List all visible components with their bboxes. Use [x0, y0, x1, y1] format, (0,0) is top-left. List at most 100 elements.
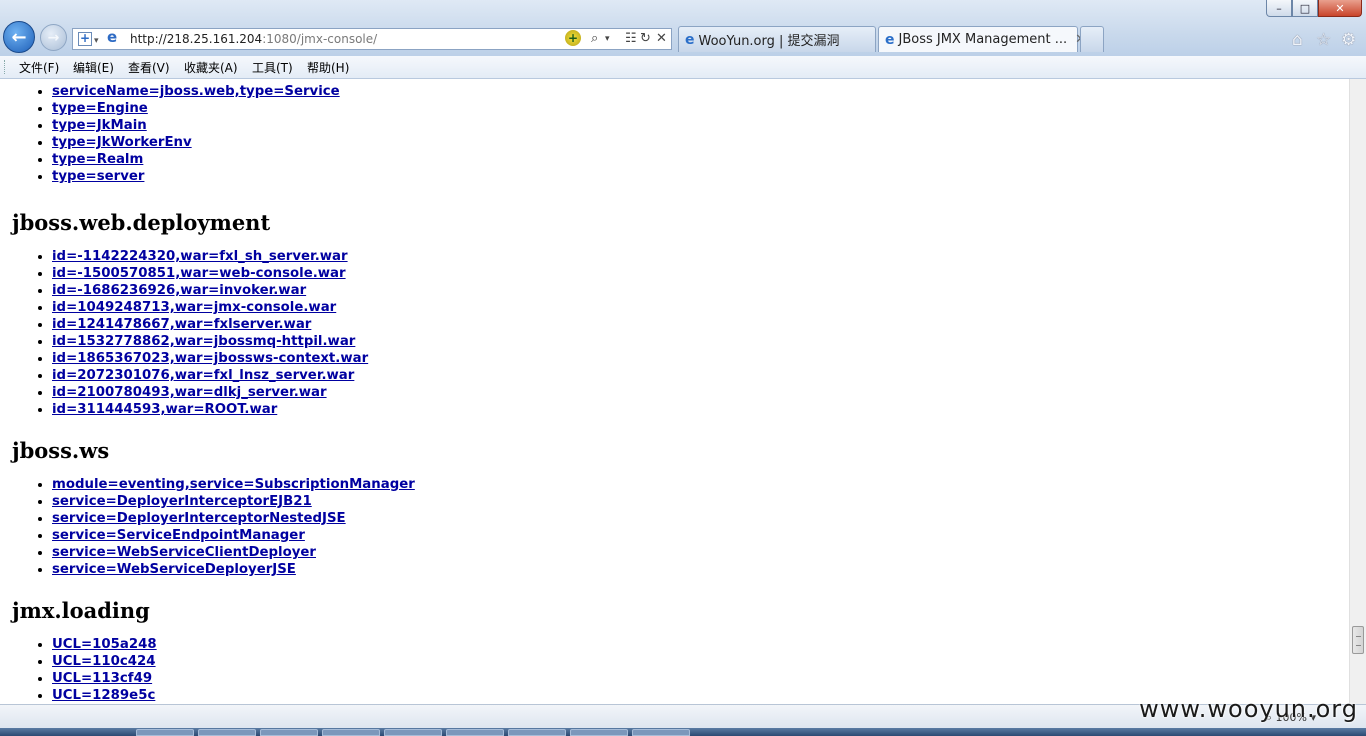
taskbar-item[interactable] [508, 729, 566, 736]
favorites-star-icon[interactable]: ☆ [1316, 30, 1331, 50]
domain-heading-jmx-loading: jmx.loading [12, 598, 150, 623]
menu-view[interactable]: 查看(V) [128, 59, 170, 76]
mbean-link[interactable]: type=JkMain [52, 118, 147, 133]
mbean-link[interactable]: id=1049248713,war=jmx-console.war [52, 300, 336, 315]
menu-help[interactable]: 帮助(H) [307, 59, 349, 76]
taskbar-item[interactable] [384, 729, 442, 736]
mbean-link[interactable]: id=-1686236926,war=invoker.war [52, 283, 306, 298]
mbean-link[interactable]: service=ServiceEndpointManager [52, 528, 305, 543]
mbean-link[interactable]: id=311444593,war=ROOT.war [52, 402, 277, 417]
refresh-icon[interactable]: ↻ [640, 31, 651, 46]
mbean-link[interactable]: id=1865367023,war=jbossws-context.war [52, 351, 368, 366]
menu-edit[interactable]: 编辑(E) [73, 59, 114, 76]
mbean-link[interactable]: service=DeployerInterceptorNestedJSE [52, 511, 346, 526]
menu-grip [4, 60, 8, 74]
stop-icon[interactable]: ✕ [656, 31, 667, 46]
mbean-link[interactable]: type=Engine [52, 101, 148, 116]
taskbar-item[interactable] [198, 729, 256, 736]
dropdown-arrow-icon[interactable]: ▾ [94, 33, 99, 49]
minimize-button[interactable]: – [1266, 0, 1292, 17]
tab-label: JBoss JMX Management ... [898, 32, 1068, 47]
browser-toolbar: – □ ✕ ← → + ▾ e http://218.25.161.204:10… [0, 0, 1366, 57]
scroll-thumb[interactable] [1352, 626, 1364, 654]
mbean-list-item: id=1241478667,war=fxlserver.war [52, 316, 1340, 333]
mbean-list-item: service=WebServiceDeployerJSE [52, 561, 1340, 578]
ie-tab-icon: e [685, 31, 695, 48]
mbean-link[interactable]: module=eventing,service=SubscriptionMana… [52, 477, 415, 492]
tab-jboss-jmx[interactable]: e JBoss JMX Management ... ✕ [878, 26, 1086, 52]
vertical-scrollbar[interactable] [1349, 79, 1366, 704]
status-bar: ⌕ 100% ▾ www.wooyun.org [0, 695, 1366, 729]
mbean-link[interactable]: service=WebServiceDeployerJSE [52, 562, 296, 577]
taskbar-item[interactable] [632, 729, 690, 736]
mbean-link[interactable]: id=-1142224320,war=fxl_sh_server.war [52, 249, 348, 264]
address-bar[interactable]: + ▾ e http://218.25.161.204:1080/jmx-con… [72, 28, 672, 50]
mbean-link[interactable]: service=DeployerInterceptorEJB21 [52, 494, 312, 509]
mbean-list-item: type=JkWorkerEnv [52, 134, 1340, 151]
mbean-list-item: id=1049248713,war=jmx-console.war [52, 299, 1340, 316]
mbean-link[interactable]: type=server [52, 169, 144, 184]
mbean-link[interactable]: id=-1500570851,war=web-console.war [52, 266, 346, 281]
mbean-link[interactable]: id=2100780493,war=dlkj_server.war [52, 385, 327, 400]
mbean-list-item: id=-1500570851,war=web-console.war [52, 265, 1340, 282]
mbean-list-item: type=server [52, 168, 1340, 185]
mbean-list-jboss-web: serviceName=jboss.web,type=Service type=E… [0, 83, 1340, 185]
mbean-list-item: type=Engine [52, 100, 1340, 117]
forward-button[interactable]: → [40, 24, 67, 51]
menu-favorites[interactable]: 收藏夹(A) [184, 59, 238, 76]
mbean-link[interactable]: service=WebServiceClientDeployer [52, 545, 316, 560]
page-viewport: serviceName=jboss.web,type=Service type=E… [0, 79, 1349, 704]
back-arrow-icon: ← [11, 26, 27, 48]
compat-view-icon[interactable]: + [565, 30, 581, 46]
tab-wooyun[interactable]: e WooYun.org | 提交漏洞 [678, 26, 876, 52]
mbean-list-item: id=-1142224320,war=fxl_sh_server.war [52, 248, 1340, 265]
address-url[interactable]: http://218.25.161.204:1080/jmx-console/ [130, 32, 377, 46]
mbean-list-item: serviceName=jboss.web,type=Service [52, 83, 1340, 100]
menu-bar: 文件(F) 编辑(E) 查看(V) 收藏夹(A) 工具(T) 帮助(H) [0, 56, 1366, 79]
tools-gear-icon[interactable]: ⚙ [1341, 30, 1356, 50]
back-button[interactable]: ← [3, 21, 35, 53]
mbean-link[interactable]: UCL=110c424 [52, 654, 156, 669]
tab-label: WooYun.org | 提交漏洞 [698, 34, 840, 49]
mbean-list-item: type=JkMain [52, 117, 1340, 134]
ie-tab-icon: e [885, 31, 895, 48]
page-icon[interactable]: ☷ [625, 31, 637, 46]
mbean-link[interactable]: id=2072301076,war=fxl_lnsz_server.war [52, 368, 354, 383]
mbean-list-item: service=DeployerInterceptorEJB21 [52, 493, 1340, 510]
taskbar-item[interactable] [322, 729, 380, 736]
mbean-list-item: id=1532778862,war=jbossmq-httpil.war [52, 333, 1340, 350]
url-path: :1080/jmx-console/ [262, 32, 378, 46]
taskbar-item[interactable] [136, 729, 194, 736]
mbean-link[interactable]: UCL=113cf49 [52, 671, 152, 686]
jmx-console-content: serviceName=jboss.web,type=Service type=E… [0, 79, 1340, 704]
mbean-link[interactable]: type=JkWorkerEnv [52, 135, 192, 150]
window-controls: – □ ✕ [1266, 0, 1362, 20]
mbean-link[interactable]: id=1532778862,war=jbossmq-httpil.war [52, 334, 355, 349]
home-icon[interactable]: ⌂ [1292, 30, 1303, 50]
mbean-list-web-deployment: id=-1142224320,war=fxl_sh_server.war id=-… [0, 248, 1340, 418]
menu-file[interactable]: 文件(F) [19, 59, 59, 76]
mbean-link[interactable]: type=Realm [52, 152, 143, 167]
mbean-list-ws: module=eventing,service=SubscriptionMana… [0, 476, 1340, 578]
search-icon[interactable]: ⌕ [591, 31, 598, 46]
mbean-list-item: UCL=110c424 [52, 653, 1340, 670]
mbean-list-item: id=1865367023,war=jbossws-context.war [52, 350, 1340, 367]
domain-heading-web-deployment: jboss.web.deployment [12, 210, 271, 235]
ie-page-icon: e [107, 28, 118, 46]
close-window-button[interactable]: ✕ [1318, 0, 1362, 17]
search-dropdown-icon[interactable]: ▾ [605, 34, 610, 44]
maximize-button[interactable]: □ [1292, 0, 1318, 17]
mbean-link[interactable]: serviceName=jboss.web,type=Service [52, 84, 340, 99]
taskbar-item[interactable] [570, 729, 628, 736]
taskbar-item[interactable] [446, 729, 504, 736]
domain-heading-ws: jboss.ws [12, 438, 110, 463]
mbean-list-item: UCL=105a248 [52, 636, 1340, 653]
menu-tools[interactable]: 工具(T) [252, 59, 293, 76]
taskbar-item[interactable] [260, 729, 318, 736]
mbean-link[interactable]: UCL=105a248 [52, 637, 157, 652]
add-favorite-icon[interactable]: + [78, 32, 92, 46]
new-tab-button[interactable] [1080, 26, 1104, 52]
mbean-link[interactable]: UCL=1289e5c [52, 688, 155, 703]
mbean-list-item: id=2100780493,war=dlkj_server.war [52, 384, 1340, 401]
mbean-link[interactable]: id=1241478667,war=fxlserver.war [52, 317, 311, 332]
